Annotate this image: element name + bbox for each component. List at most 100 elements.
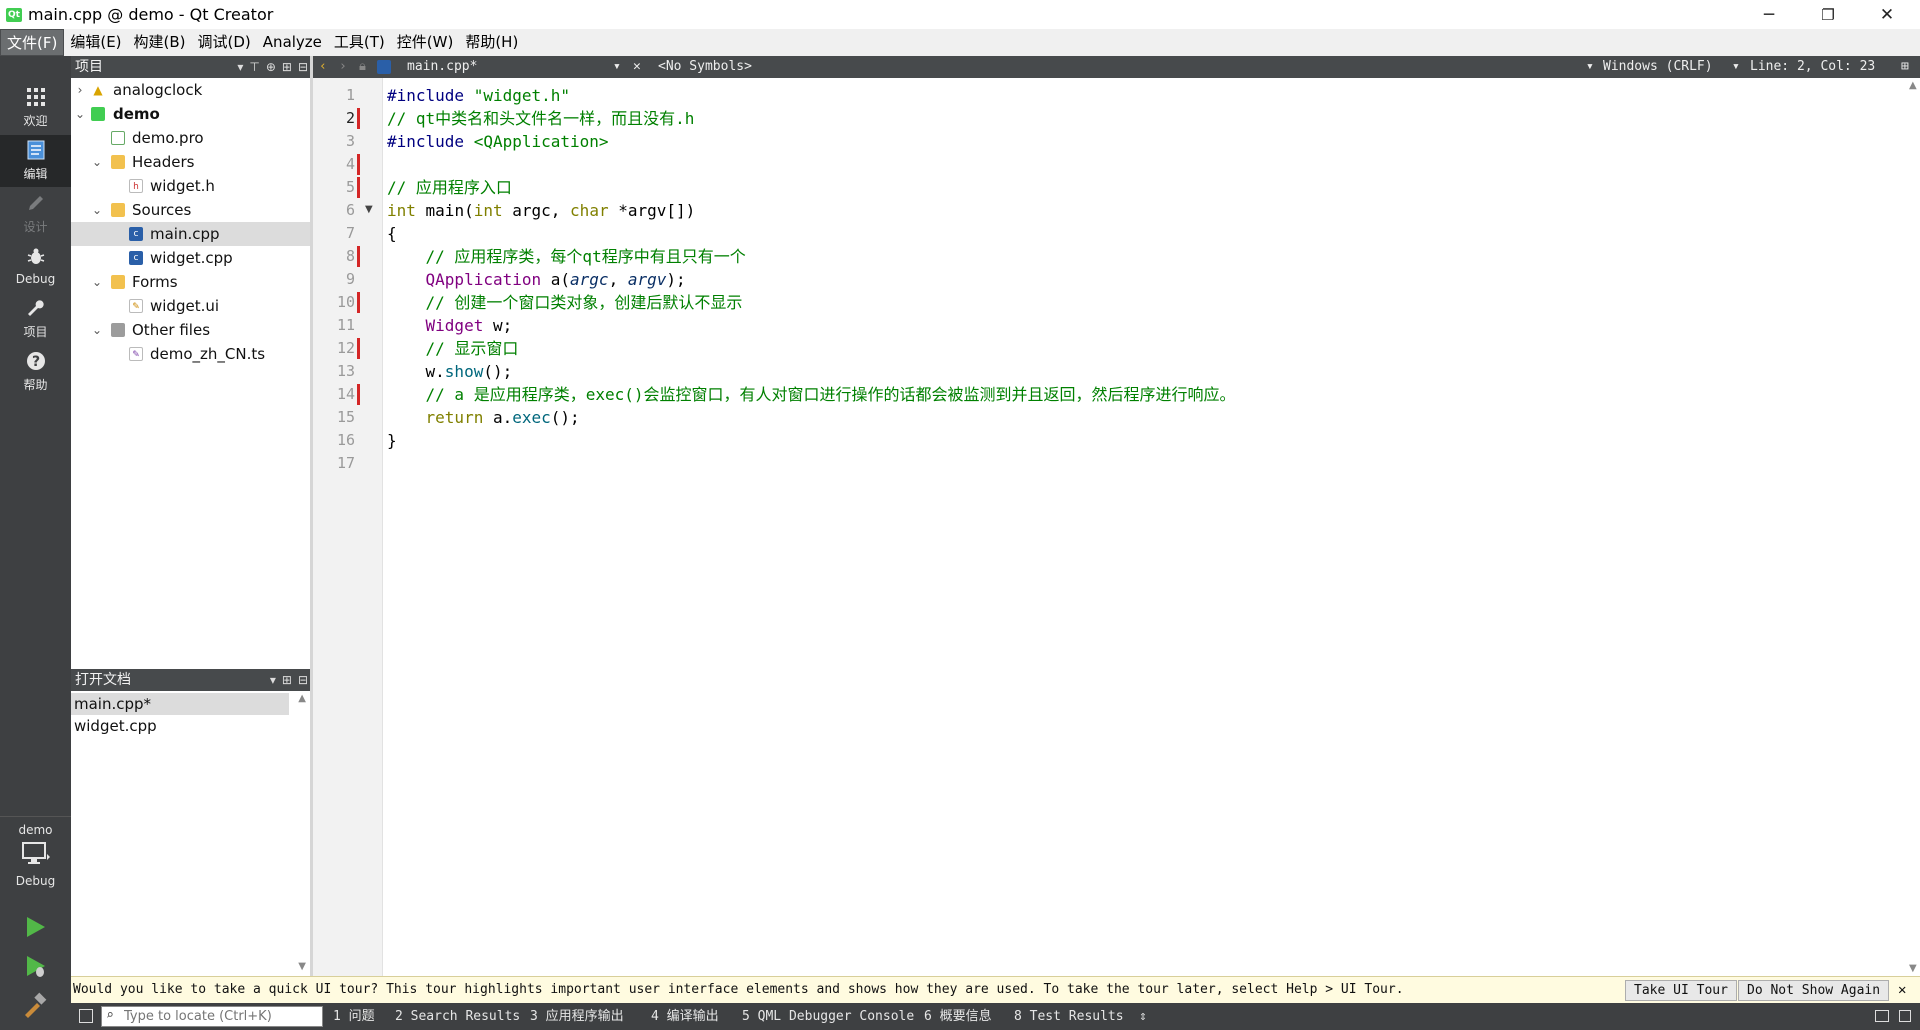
tree-item-demo-pro[interactable]: demo.pro	[71, 126, 310, 150]
hammer-icon[interactable]	[22, 992, 48, 1022]
tree-item-demo-zh-cn-ts[interactable]: ✎ demo_zh_CN.ts	[71, 342, 310, 366]
open-doc-main-cpp[interactable]: main.cpp*	[71, 693, 289, 715]
tree-item-sources[interactable]: ⌄ Sources	[71, 198, 310, 222]
dropdown-arrow-icon[interactable]: ▾	[613, 56, 621, 78]
dropdown-arrow-icon[interactable]: ▾	[270, 669, 276, 691]
project-tree: › ▲ analogclock ⌄ demo demo.pro ⌄ Header…	[71, 78, 310, 668]
scroll-up-icon[interactable]: ▲	[1909, 80, 1917, 91]
tree-item-main-cpp[interactable]: c main.cpp	[71, 222, 310, 246]
back-arrow-icon[interactable]: ‹	[319, 56, 327, 78]
tree-item-forms[interactable]: ⌄ Forms	[71, 270, 310, 294]
debug-run-icon[interactable]	[22, 953, 48, 983]
code-line: #include <QApplication>	[387, 132, 609, 151]
chevron-down-icon[interactable]: ⌄	[91, 150, 103, 174]
mode-welcome[interactable]: 欢迎	[0, 82, 71, 134]
run-icon[interactable]	[22, 914, 48, 944]
more-tabs-icon[interactable]: ⇕	[1139, 1003, 1147, 1030]
link-icon[interactable]: ⊕	[266, 56, 276, 78]
take-ui-tour-button[interactable]: Take UI Tour	[1625, 980, 1737, 1001]
tab-qml-debugger-console[interactable]: 5 QML Debugger Console	[742, 1003, 914, 1030]
menu-debug[interactable]: 调试(D)	[192, 29, 257, 56]
minimize-button[interactable]: ─	[1740, 0, 1798, 29]
tree-item-other-files[interactable]: ⌄ Other files	[71, 318, 310, 342]
forward-arrow-icon[interactable]: ›	[339, 56, 347, 78]
dropdown-arrow-icon[interactable]: ▾	[237, 56, 243, 78]
chevron-down-icon[interactable]: ⌄	[74, 102, 86, 126]
tree-item-widget-h[interactable]: h widget.h	[71, 174, 310, 198]
tree-item-widget-ui[interactable]: ✎ widget.ui	[71, 294, 310, 318]
locator-input[interactable]	[124, 1007, 320, 1026]
scroll-up-icon[interactable]: ▲	[298, 693, 306, 704]
header-file-icon: h	[129, 179, 143, 193]
fold-arrow-icon[interactable]: ▼	[365, 204, 373, 215]
open-docs-title: 打开文档	[75, 672, 131, 688]
chevron-right-icon[interactable]: ›	[74, 78, 86, 102]
mode-edit[interactable]: 编辑	[0, 135, 71, 187]
tab-general-messages[interactable]: 6 概要信息	[924, 1003, 992, 1030]
change-marker	[357, 154, 360, 175]
mode-help[interactable]: ? 帮助	[0, 346, 71, 398]
line-ending-combo[interactable]: Windows (CRLF)	[1603, 56, 1713, 78]
menu-file[interactable]: 文件(F)	[0, 29, 65, 56]
open-docs-list: main.cpp* widget.cpp ▲ ▼	[71, 691, 310, 976]
tab-issues[interactable]: 1 问题	[333, 1003, 375, 1030]
close-panel-icon[interactable]: ⊟	[298, 56, 308, 78]
dropdown-arrow-icon[interactable]: ▾	[1732, 56, 1740, 78]
change-marker	[357, 177, 360, 198]
split-icon[interactable]: ⊞	[282, 669, 292, 691]
search-icon: ⌕	[106, 1008, 114, 1023]
code-line: Widget w;	[425, 316, 513, 335]
output-pane-icon[interactable]	[1875, 1010, 1889, 1022]
code-line: }	[387, 431, 397, 450]
tree-item-analogclock[interactable]: › ▲ analogclock	[71, 78, 310, 102]
editor-toolbar: ‹ › 🔒︎ main.cpp* ▾ ✕ <No Symbols> ▾ Wind…	[313, 56, 1920, 78]
do-not-show-again-button[interactable]: Do Not Show Again	[1738, 980, 1890, 1001]
menu-help[interactable]: 帮助(H)	[459, 29, 524, 56]
tree-item-headers[interactable]: ⌄ Headers	[71, 150, 310, 174]
mode-projects[interactable]: 项目	[0, 293, 71, 345]
cpp-file-icon	[377, 60, 391, 74]
chevron-down-icon[interactable]: ⌄	[91, 270, 103, 294]
chevron-down-icon[interactable]: ⌄	[91, 198, 103, 222]
menu-analyze[interactable]: Analyze	[257, 29, 328, 56]
split-editor-icon[interactable]: ⊞	[1901, 56, 1909, 78]
split-icon[interactable]: ⊞	[282, 56, 292, 78]
menu-edit[interactable]: 编辑(E)	[64, 29, 127, 56]
open-doc-widget-cpp[interactable]: widget.cpp	[71, 715, 289, 737]
menu-widgets[interactable]: 控件(W)	[391, 29, 460, 56]
tab-compile-output[interactable]: 4 编译输出	[651, 1003, 719, 1030]
scroll-down-icon[interactable]: ▼	[298, 961, 306, 972]
close-panel-icon[interactable]: ⊟	[298, 669, 308, 691]
tab-application-output[interactable]: 3 应用程序输出	[530, 1003, 624, 1030]
cursor-position[interactable]: Line: 2, Col: 23	[1750, 56, 1875, 78]
tree-item-demo[interactable]: ⌄ demo	[71, 102, 310, 126]
menu-build[interactable]: 构建(B)	[128, 29, 192, 56]
scroll-down-icon[interactable]: ▼	[1909, 963, 1917, 974]
mode-debug-label: Debug	[15, 271, 56, 286]
mode-design[interactable]: 设计	[0, 188, 71, 240]
monitor-icon[interactable]	[22, 842, 50, 866]
dropdown-arrow-icon[interactable]: ▾	[1586, 56, 1594, 78]
locator[interactable]: ⌕	[101, 1006, 323, 1027]
editor-scrollbar[interactable]: ▲ ▼	[1907, 78, 1920, 976]
right-sidebar-icon[interactable]	[1899, 1010, 1911, 1022]
mode-projects-label: 项目	[23, 325, 48, 339]
editor-file-combo[interactable]: main.cpp*	[407, 56, 477, 78]
close-tour-icon[interactable]: ✕	[1898, 977, 1906, 1003]
filter-icon[interactable]: ⊤	[249, 56, 259, 78]
change-marker	[357, 246, 360, 267]
restore-button[interactable]: ❐	[1799, 0, 1857, 29]
mode-divider	[0, 816, 71, 817]
close-button[interactable]: ✕	[1858, 0, 1916, 29]
chevron-down-icon[interactable]: ⌄	[91, 318, 103, 342]
symbols-combo[interactable]: <No Symbols>	[658, 56, 752, 78]
close-document-icon[interactable]: ✕	[633, 56, 641, 78]
tab-test-results[interactable]: 8 Test Results	[1014, 1003, 1124, 1030]
toggle-sidebar-icon[interactable]	[79, 1009, 93, 1023]
tree-item-widget-cpp[interactable]: c widget.cpp	[71, 246, 310, 270]
menu-tools[interactable]: 工具(T)	[328, 29, 391, 56]
mode-debug[interactable]: Debug	[0, 240, 71, 292]
folder-icon	[111, 203, 125, 217]
tab-search-results[interactable]: 2 Search Results	[395, 1003, 520, 1030]
code-editor[interactable]: #include "widget.h" // qt中类名和头文件名一样，而且没有.…	[387, 78, 1907, 976]
